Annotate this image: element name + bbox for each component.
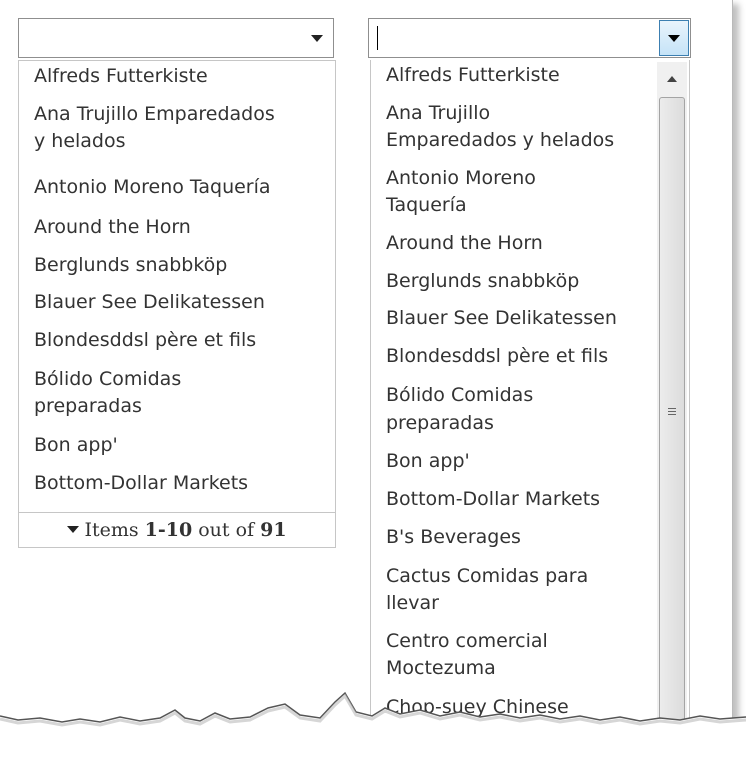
text-caret [377,26,378,50]
list-item[interactable]: Bottom-Dollar Markets [34,470,248,497]
list-item[interactable]: Blondesddsl père et fils [386,343,608,370]
list-item[interactable]: Blauer See Delikatessen [386,305,617,332]
chevron-down-icon[interactable] [311,35,323,42]
list-item-continued[interactable]: preparadas [386,410,494,437]
footer-range: 1-10 [144,519,193,541]
list-item-continued[interactable]: preparadas [34,393,142,420]
list-item[interactable]: Cactus Comidas para [386,563,588,590]
scroll-grip-line [668,414,676,415]
scroll-up-arrow-icon[interactable] [667,76,677,82]
list-item[interactable]: Around the Horn [34,214,191,241]
list-item[interactable]: Antonio Moreno [386,165,536,192]
list-item[interactable]: Berglunds snabbköp [386,268,579,295]
scroll-grip-icon [668,408,676,409]
list-item[interactable]: Centro comercial [386,628,548,655]
list-item-continued[interactable]: y helados [34,128,126,155]
list-item[interactable]: Bon app' [386,448,470,475]
list-item[interactable]: Alfreds Futterkiste [386,62,560,89]
footer-total: 91 [260,519,287,541]
dropdown-button[interactable] [659,20,689,56]
caret-down-icon[interactable] [67,526,80,533]
list-item-continued[interactable]: Moctezuma [386,655,496,682]
footer-prefix: Items [84,519,139,541]
list-item[interactable]: Berglunds snabbköp [34,252,227,279]
list-item[interactable]: Blondesddsl père et fils [34,327,256,354]
right-dropdown-list: Alfreds Futterkiste Ana Trujillo Empared… [370,60,690,760]
list-item[interactable]: Bólido Comidas [34,366,181,393]
left-combobox-input[interactable] [18,18,334,58]
list-item[interactable]: Around the Horn [386,230,543,257]
list-item[interactable]: Ana Trujillo Emparedados [34,101,275,128]
right-combobox-input[interactable] [368,18,691,58]
list-footer-pager[interactable]: Items 1-10 out of 91 [19,512,335,548]
vertical-scrollbar[interactable] [657,62,687,758]
scrollbar-thumb[interactable] [659,97,685,727]
list-item[interactable]: Blauer See Delikatessen [34,289,265,316]
list-item-continued[interactable]: Emparedados y helados [386,127,614,154]
list-item[interactable]: Antonio Moreno Taquería [34,174,271,201]
torn-edge-decoration [0,691,746,761]
footer-middle: out of [198,519,255,541]
list-item-continued[interactable]: Taquería [386,192,467,219]
list-item-continued[interactable]: llevar [386,590,439,617]
list-item[interactable]: Bólido Comidas [386,382,533,409]
scroll-grip-line [668,411,676,412]
left-dropdown-list: Alfreds Futterkiste Ana Trujillo Empared… [18,60,336,548]
list-item[interactable]: Bottom-Dollar Markets [386,486,600,513]
list-item[interactable]: Bon app' [34,432,118,459]
chevron-down-icon [668,35,680,42]
list-item[interactable]: Ana Trujillo [386,100,490,127]
list-item[interactable]: Alfreds Futterkiste [34,63,208,90]
list-item[interactable]: B's Beverages [386,524,521,551]
